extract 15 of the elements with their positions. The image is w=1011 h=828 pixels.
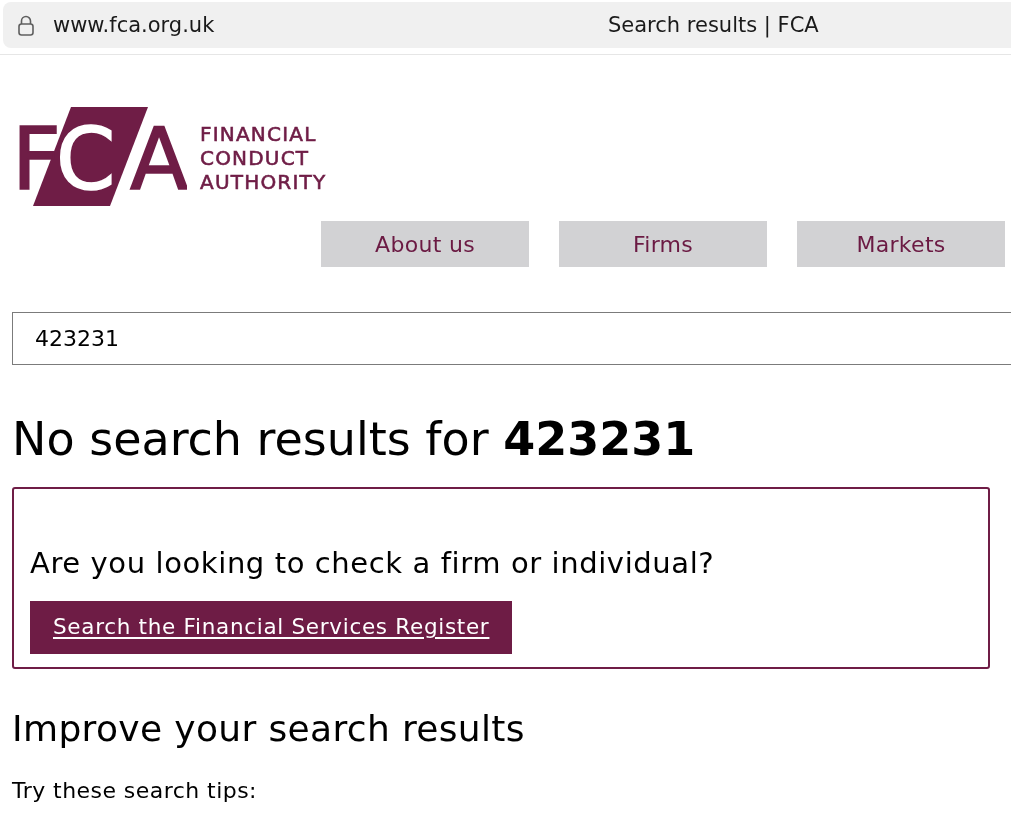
logo-wordmark: CONDUCT [200, 145, 311, 170]
tips-intro: Try these search tips: [12, 777, 258, 805]
nav-button[interactable]: About us [321, 221, 529, 267]
nav-button[interactable]: Firms [559, 221, 767, 267]
page-title: Search results | FCA [608, 14, 819, 36]
results-heading: No search results for 423231 [12, 413, 697, 466]
logo-wordmark: FINANCIAL [200, 121, 318, 146]
nav-button[interactable]: Markets [797, 221, 1005, 267]
search-field[interactable]: 423231 [12, 312, 1011, 365]
register-search-button[interactable]: Search the Financial Services Register [30, 601, 513, 654]
tips-heading: Improve your search results [12, 707, 526, 751]
register-question: Are you looking to check a firm or individual? [30, 546, 716, 581]
logo-wordmark: AUTHORITY [200, 169, 327, 194]
lock-icon [18, 14, 34, 36]
url-text[interactable]: www.fca.org.uk [53, 14, 608, 36]
